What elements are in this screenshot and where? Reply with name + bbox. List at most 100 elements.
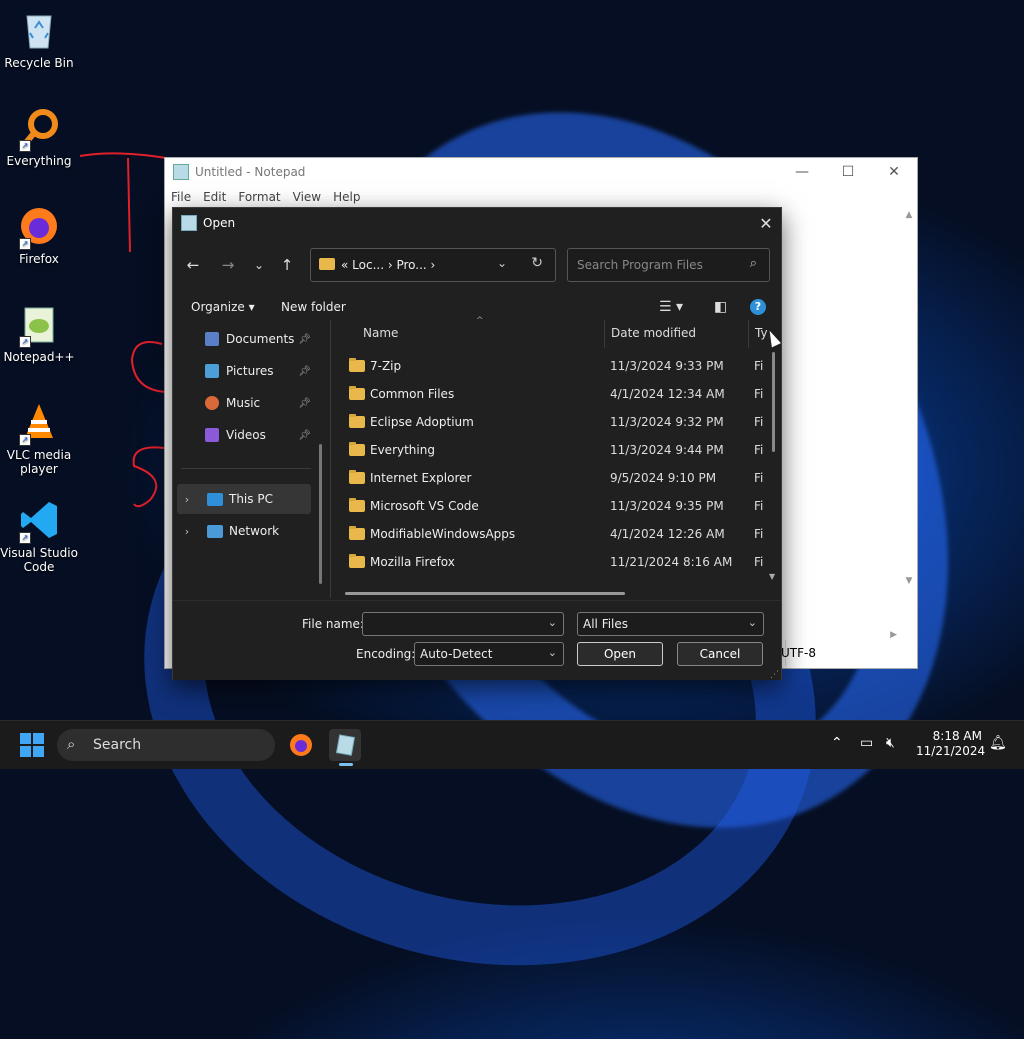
- nav-pane-scrollbar[interactable]: [319, 444, 322, 584]
- folder-icon: [349, 498, 365, 512]
- pin-icon: 📌︎: [298, 397, 311, 409]
- column-header-date[interactable]: Date modified: [611, 326, 696, 340]
- pane-divider[interactable]: [330, 320, 331, 598]
- notifications-bell-icon[interactable]: 🔔︎: [989, 735, 1007, 751]
- this-pc-icon: [207, 492, 223, 506]
- menu-edit[interactable]: Edit: [203, 190, 226, 204]
- dialog-titlebar[interactable]: Open: [173, 208, 781, 238]
- maximize-button[interactable]: ☐: [825, 158, 871, 186]
- notepadpp-icon: ↗: [17, 302, 61, 348]
- file-list-vertical-scrollbar[interactable]: ▼: [769, 332, 777, 582]
- show-hidden-icons-chevron-icon[interactable]: ⌃: [831, 735, 843, 751]
- column-separator[interactable]: [604, 320, 605, 348]
- file-type-select[interactable]: All Files ⌄: [577, 612, 764, 636]
- tree-item-this-pc[interactable]: › This PC: [177, 484, 311, 514]
- file-type: Fi: [754, 387, 764, 401]
- taskbar-search[interactable]: ⌕ Search: [57, 729, 275, 761]
- preview-pane-icon[interactable]: ◧: [714, 299, 727, 315]
- search-box[interactable]: Search Program Files ⌕: [567, 248, 770, 282]
- chevron-down-icon[interactable]: ⌄: [548, 616, 557, 629]
- new-folder-button[interactable]: New folder: [281, 300, 346, 314]
- menu-format[interactable]: Format: [238, 190, 280, 204]
- file-type: Fi: [754, 415, 764, 429]
- desktop-icon-vscode[interactable]: ↗ Visual Studio Code: [0, 498, 78, 574]
- refresh-icon[interactable]: ↻: [531, 255, 543, 271]
- desktop-icon-firefox[interactable]: ↗ Firefox: [0, 204, 78, 266]
- tree-item-network[interactable]: › Network: [177, 516, 311, 546]
- nav-item-videos[interactable]: Videos 📌︎: [205, 424, 325, 446]
- tree-item-label: This PC: [229, 492, 273, 506]
- clock[interactable]: 8:18 AM 11/21/2024: [916, 729, 985, 759]
- help-icon[interactable]: ?: [750, 299, 766, 315]
- volume-muted-icon[interactable]: 🔇︎: [886, 735, 895, 751]
- menu-view[interactable]: View: [293, 190, 321, 204]
- chevron-right-icon[interactable]: ›: [177, 525, 197, 538]
- desktop-icon-everything[interactable]: ↗ Everything: [0, 106, 78, 168]
- nav-item-documents[interactable]: Documents 📌︎: [205, 328, 325, 350]
- address-dropdown-icon[interactable]: ⌄: [497, 256, 507, 270]
- sort-ascending-icon: ^: [476, 316, 484, 326]
- nav-item-label: Videos: [226, 428, 266, 442]
- navigation-pane: Documents 📌︎ Pictures 📌︎ Music 📌︎ Videos…: [173, 324, 329, 596]
- back-arrow-icon[interactable]: ←: [183, 256, 203, 274]
- file-row[interactable]: Internet Explorer 9/5/2024 9:10 PM Fi: [349, 464, 769, 492]
- recent-locations-chevron-icon[interactable]: ⌄: [249, 256, 269, 274]
- minimize-button[interactable]: —: [779, 158, 825, 186]
- file-name-input[interactable]: ⌄: [362, 612, 564, 636]
- forward-arrow-icon[interactable]: →: [218, 256, 238, 274]
- file-row[interactable]: Common Files 4/1/2024 12:34 AM Fi: [349, 380, 769, 408]
- desktop-icon-label: Everything: [6, 154, 72, 168]
- taskbar-notepad[interactable]: [329, 729, 361, 761]
- address-bar[interactable]: « Loc... › Pro... › ⌄ ↻: [310, 248, 556, 282]
- cancel-button[interactable]: Cancel: [677, 642, 763, 666]
- scroll-down-arrow-icon[interactable]: ▼: [769, 572, 775, 581]
- menu-help[interactable]: Help: [333, 190, 360, 204]
- open-dialog[interactable]: Open ✕ ← → ⌄ ↑ « Loc... › Pro... › ⌄ ↻ S…: [172, 207, 782, 680]
- file-type: Fi: [754, 499, 764, 513]
- file-row[interactable]: Microsoft VS Code 11/3/2024 9:35 PM Fi: [349, 492, 769, 520]
- desktop-icon-recycle-bin[interactable]: Recycle Bin: [0, 8, 78, 70]
- address-breadcrumb[interactable]: « Loc... › Pro... ›: [341, 258, 435, 272]
- nav-item-music[interactable]: Music 📌︎: [205, 392, 325, 414]
- file-row[interactable]: ModifiableWindowsApps 4/1/2024 12:26 AM Fi: [349, 520, 769, 548]
- chevron-right-icon[interactable]: ›: [177, 493, 197, 506]
- encoding-select[interactable]: Auto-Detect ⌄: [414, 642, 564, 666]
- open-button[interactable]: Open: [577, 642, 663, 666]
- file-row[interactable]: Eclipse Adoptium 11/3/2024 9:32 PM Fi: [349, 408, 769, 436]
- menu-file[interactable]: File: [171, 190, 191, 204]
- nav-item-pictures[interactable]: Pictures 📌︎: [205, 360, 325, 382]
- folder-icon: [349, 554, 365, 568]
- column-header-name[interactable]: Name: [363, 326, 398, 340]
- network-status-icon[interactable]: ▭: [860, 735, 873, 751]
- chevron-down-icon[interactable]: ⌄: [748, 616, 757, 629]
- organize-button[interactable]: Organize ▾: [191, 300, 255, 314]
- file-list-horizontal-scrollbar[interactable]: [345, 592, 625, 595]
- file-row[interactable]: Everything 11/3/2024 9:44 PM Fi: [349, 436, 769, 464]
- dialog-close-button[interactable]: ✕: [751, 208, 781, 238]
- close-button[interactable]: ✕: [871, 158, 917, 186]
- start-button-windows-icon[interactable]: [20, 733, 44, 757]
- resize-grip-icon[interactable]: ⋰: [770, 670, 779, 680]
- file-row[interactable]: 7-Zip 11/3/2024 9:33 PM Fi: [349, 352, 769, 380]
- scroll-up-arrow-icon[interactable]: ▲: [903, 210, 915, 220]
- view-options-icon[interactable]: ☰ ▾: [659, 299, 683, 315]
- taskbar-firefox[interactable]: [285, 729, 317, 761]
- desktop-icon-label: Visual Studio Code: [0, 546, 78, 574]
- file-row[interactable]: Mozilla Firefox 11/21/2024 8:16 AM Fi: [349, 548, 769, 576]
- pin-icon: 📌︎: [298, 365, 311, 377]
- column-separator[interactable]: [748, 320, 749, 348]
- scroll-down-arrow-icon[interactable]: ▼: [903, 576, 915, 586]
- folder-icon: [349, 386, 365, 400]
- desktop-icon-notepadpp[interactable]: ↗ Notepad++: [0, 302, 78, 364]
- file-type: Fi: [754, 443, 764, 457]
- pin-icon: 📌︎: [298, 429, 311, 441]
- up-arrow-icon[interactable]: ↑: [277, 256, 297, 274]
- scrollbar-thumb[interactable]: [772, 352, 775, 452]
- desktop-icon-vlc[interactable]: ↗ VLC media player: [0, 400, 78, 476]
- dialog-footer: File name: ⌄ All Files ⌄ Encoding: Auto-…: [173, 600, 781, 680]
- desktop-icon-label: Firefox: [19, 252, 59, 266]
- pictures-icon: [205, 364, 219, 378]
- chevron-down-icon[interactable]: ⌄: [548, 646, 557, 659]
- notepad-vertical-scrollbar[interactable]: ▲ ▼: [903, 210, 915, 630]
- scroll-right-arrow-icon[interactable]: ▶: [890, 630, 897, 640]
